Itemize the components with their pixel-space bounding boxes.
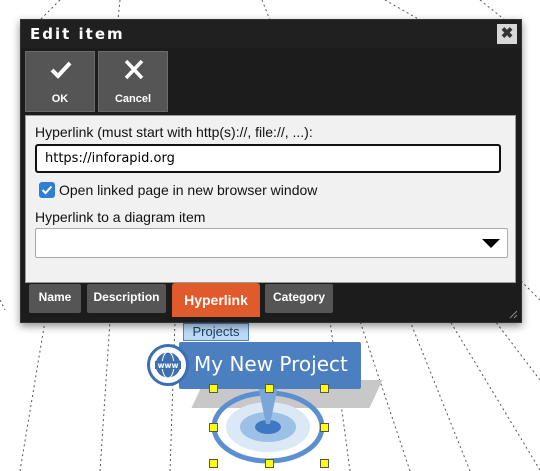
resize-handle-w[interactable]: [209, 423, 218, 432]
diagram-link-label: Hyperlink to a diagram item: [35, 209, 206, 225]
cancel-label: Cancel: [114, 93, 152, 105]
tab-hyperlink-label: Hyperlink: [184, 292, 248, 308]
open-new-window-label[interactable]: Open linked page in new browser window: [59, 182, 317, 198]
edit-item-dialog: Edit item ✖ OK Cancel Hyperlink (must st…: [20, 19, 522, 323]
check-icon: [41, 185, 53, 195]
hyperlink-input[interactable]: [35, 144, 501, 173]
dialog-titlebar[interactable]: Edit item ✖: [21, 20, 521, 48]
tab-hyperlink[interactable]: Hyperlink: [172, 283, 260, 317]
category-tag[interactable]: Projects: [183, 323, 249, 341]
open-new-window-checkbox[interactable]: [39, 182, 55, 198]
tab-category[interactable]: Category: [265, 284, 333, 313]
tab-category-label: Category: [272, 290, 325, 304]
resize-handle-nw[interactable]: [209, 384, 218, 393]
resize-handle-n[interactable]: [265, 384, 274, 393]
close-icon: ✖: [500, 25, 514, 42]
resize-handle-se[interactable]: [320, 459, 329, 468]
x-icon: [124, 60, 144, 80]
www-globe-icon[interactable]: www: [147, 344, 189, 386]
resize-handle-ne[interactable]: [320, 384, 329, 393]
resize-grip-icon[interactable]: [509, 310, 518, 319]
ok-button[interactable]: OK: [25, 51, 95, 112]
node-label[interactable]: My New Project: [194, 352, 348, 376]
hyperlink-field-label: Hyperlink (must start with http(s)://, f…: [35, 124, 313, 140]
dropdown-caret-icon[interactable]: [482, 239, 500, 248]
dialog-title: Edit item: [30, 25, 125, 43]
diagram-item-select[interactable]: [35, 228, 508, 258]
resize-handle-e[interactable]: [320, 423, 329, 432]
hyperlink-panel: Hyperlink (must start with http(s)://, f…: [25, 115, 516, 283]
ok-label: OK: [51, 93, 69, 105]
node-target-graphic[interactable]: [206, 386, 332, 468]
tab-name-label: Name: [38, 290, 72, 304]
close-button[interactable]: ✖: [497, 24, 517, 44]
resize-handle-sw[interactable]: [209, 459, 218, 468]
cancel-button[interactable]: Cancel: [98, 51, 168, 112]
tab-name[interactable]: Name: [29, 284, 81, 313]
tab-description-label: Description: [93, 290, 160, 304]
resize-handle-s[interactable]: [265, 459, 274, 468]
svg-text:www: www: [158, 361, 179, 370]
checkmark-icon: [50, 61, 72, 79]
tab-description[interactable]: Description: [87, 284, 166, 313]
diagram-node[interactable]: My New Project: [179, 342, 361, 389]
